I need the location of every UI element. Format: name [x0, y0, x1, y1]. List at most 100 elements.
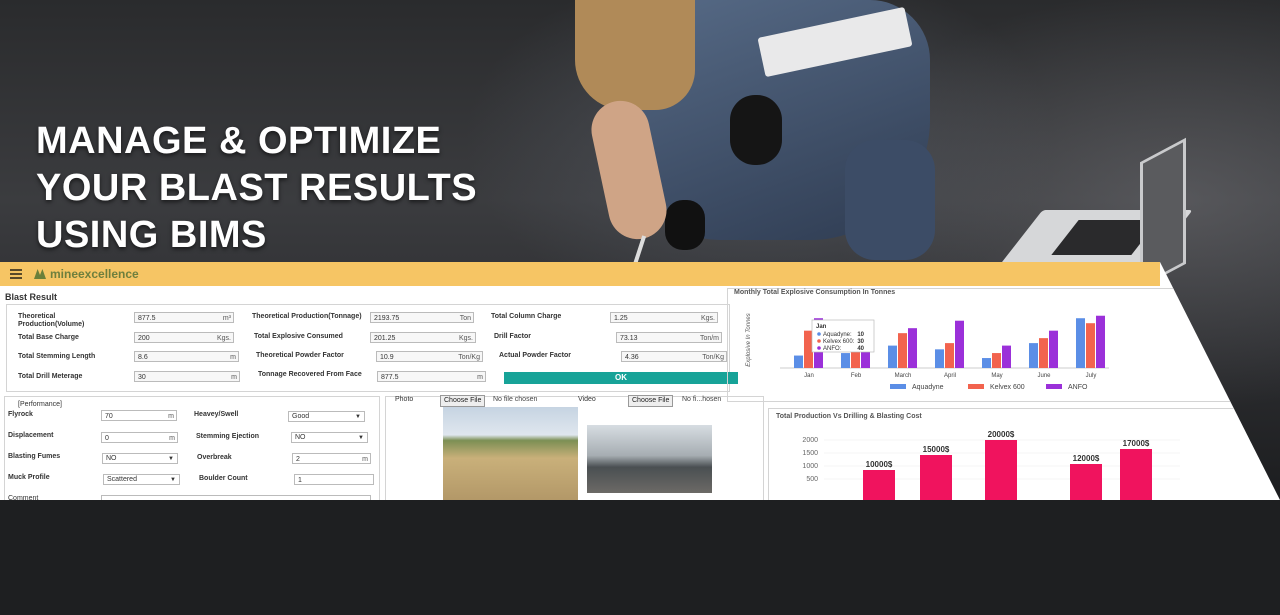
photo-label: Photo: [395, 396, 414, 403]
stemming-ejection-select[interactable]: NO ▼: [291, 432, 368, 443]
field-value: 30: [138, 374, 146, 381]
bar-aquadyne: [935, 349, 944, 368]
hero-headline: MANAGE & OPTIMIZE YOUR BLAST RESULTS USI…: [36, 118, 477, 259]
video-choose-file-button[interactable]: Choose File: [628, 395, 674, 407]
mountain-logo-icon: [34, 269, 46, 279]
bar-aquadyne: [888, 345, 897, 368]
x-tick-label: July: [1086, 373, 1097, 379]
cost-bar: [863, 470, 895, 500]
x-tick-label: May: [991, 373, 1002, 379]
app-topbar: mineexcellence: [0, 262, 1160, 286]
brand-logo[interactable]: mineexcellence: [34, 267, 139, 281]
bar-aquadyne: [841, 353, 850, 368]
blast-video-thumbnail: [587, 425, 712, 493]
cost-bar: [985, 440, 1017, 500]
field-label: Theoretical Production(Volume): [18, 313, 85, 328]
field-unit: Ton/Kg: [458, 354, 480, 361]
legend-swatch: [968, 384, 984, 389]
data-label: 12000$: [1073, 454, 1100, 463]
field-value: 0: [105, 435, 109, 442]
field-value: 2: [296, 456, 300, 463]
total-drill-meterage-field[interactable]: 30 m: [134, 371, 240, 382]
theoretical-powder-factor-field[interactable]: 10.9 Ton/Kg: [376, 351, 483, 362]
field-unit: m³: [222, 315, 231, 322]
brand-name: mineexcellence: [50, 267, 139, 281]
tooltip-value: 10: [857, 332, 864, 338]
field-value: 1: [298, 477, 302, 484]
data-label: 10000$: [866, 460, 893, 469]
drill-factor-field[interactable]: 73.13 Ton/m: [616, 332, 722, 343]
photo-choose-file-button[interactable]: Choose File: [440, 395, 486, 407]
legend-swatch: [1046, 384, 1062, 389]
person-jacket-image: [575, 0, 695, 110]
select-value: Scattered: [107, 476, 137, 483]
actual-powder-factor-field[interactable]: 4.36 Ton/Kg: [621, 351, 727, 362]
field-value: 877.5: [381, 374, 399, 381]
data-label: 15000$: [923, 445, 950, 454]
tonnage-recovered-field[interactable]: 877.5 m: [377, 371, 486, 382]
blast-result-title: Blast Result: [5, 292, 58, 302]
tooltip-title: Jan: [816, 324, 827, 330]
production-tonnage-field[interactable]: 2193.75 Ton: [370, 312, 474, 323]
field-value: 200: [138, 335, 150, 342]
tooltip-row: Aquadyne:: [823, 332, 852, 338]
headline-line: MANAGE & OPTIMIZE: [36, 120, 442, 162]
total-column-charge-field[interactable]: 1.25 Kgs.: [610, 312, 718, 323]
chart-title: Monthly Total Explosive Consumption In T…: [734, 289, 896, 296]
tooltip-dot: [817, 339, 821, 343]
y-tick-label: 1500: [802, 450, 818, 457]
total-base-charge-field[interactable]: 200 Kgs.: [134, 332, 234, 343]
field-unit: Ton: [459, 315, 471, 322]
production-volume-field[interactable]: 877.5 m³: [134, 312, 234, 323]
production-bar-chart: 2000 1500 1000 500 10000$ 15000$ 20000$ 12000$ 1…: [802, 430, 1180, 500]
total-stemming-length-field[interactable]: 8.6 m: [134, 351, 239, 362]
bar-aquadyne: [1029, 343, 1038, 368]
caret-down-icon: ▼: [168, 456, 174, 462]
overbreak-input[interactable]: 2m: [292, 453, 371, 464]
field-unit: Kgs.: [458, 335, 473, 342]
bar-anfo: [1096, 315, 1105, 368]
total-explosive-consumed-field[interactable]: 201.25 Kgs.: [370, 332, 476, 343]
caret-down-icon: ▼: [355, 414, 361, 420]
y-tick-label: 1000: [802, 463, 818, 470]
flyrock-input[interactable]: 70 m: [101, 410, 177, 421]
ok-button[interactable]: OK: [504, 372, 738, 384]
bar-anfo: [1049, 330, 1058, 368]
bar-kelvex-600: [992, 353, 1001, 368]
field-value: 70: [105, 413, 113, 420]
tooltip-row: Kelvex 600:: [823, 339, 855, 345]
field-label: Stemming Ejection: [196, 433, 260, 440]
field-label: Theoretical Production(Tonnage): [252, 313, 362, 320]
select-value: NO: [106, 455, 117, 462]
tooltip-value: 40: [857, 346, 864, 352]
data-label: 17000$: [1123, 439, 1150, 448]
blasting-fumes-select[interactable]: NO ▼: [102, 453, 178, 464]
field-value: 73.13: [620, 335, 638, 342]
displacement-input[interactable]: 0m: [101, 432, 178, 443]
heavey-swell-select[interactable]: Good ▼: [288, 411, 365, 422]
field-label: Blasting Fumes: [8, 453, 61, 460]
bar-anfo: [955, 320, 964, 368]
app-screenshot: mineexcellence Blast Result Theoretical …: [0, 262, 1280, 500]
field-value: 4.36: [625, 354, 639, 361]
field-value: 8.6: [138, 354, 148, 361]
hamburger-menu-icon[interactable]: [10, 269, 22, 279]
bar-anfo: [1002, 345, 1011, 368]
field-unit: Kgs.: [216, 335, 231, 342]
bar-kelvex-600: [945, 343, 954, 368]
headline-line: YOUR BLAST RESULTS: [36, 167, 478, 209]
y-tick-label: 2000: [802, 437, 818, 444]
field-label: Total Drill Meterage: [18, 373, 83, 380]
boulder-count-input[interactable]: 1: [294, 474, 374, 485]
muck-profile-select[interactable]: Scattered ▼: [103, 474, 180, 485]
field-unit: m: [168, 413, 174, 420]
bar-anfo: [908, 328, 917, 368]
x-tick-label: March: [895, 373, 912, 379]
field-label: Total Stemming Length: [18, 353, 96, 360]
legend-swatch: [890, 384, 906, 389]
comment-input[interactable]: [101, 495, 371, 500]
cost-bar: [920, 455, 952, 500]
field-value: 201.25: [374, 335, 396, 342]
x-tick-label: June: [1037, 373, 1051, 379]
tooltip-dot: [817, 332, 821, 336]
